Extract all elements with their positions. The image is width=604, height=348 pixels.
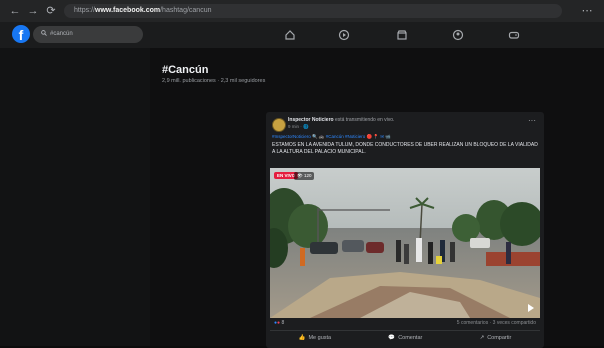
search-input[interactable]: #cancún (33, 26, 143, 43)
post-action: está transmitiendo en vivo. (334, 117, 395, 123)
engagement-counts[interactable]: 5 comentarios · 3 veces compartido (457, 320, 536, 326)
comment-icon: 💬 (388, 335, 396, 341)
url-path: /hashtag/cancun (160, 7, 212, 14)
avatar[interactable] (272, 118, 286, 132)
post-actions: 👍 Me gusta 💬 Comentar ↗ Compartir (270, 330, 540, 345)
extensions-icon[interactable]: ⋯ (580, 4, 594, 18)
post-timestamp[interactable]: 9 min · 🌐 (288, 124, 309, 130)
reaction-count: 8 (281, 320, 285, 326)
search-query: #cancún (50, 31, 73, 37)
post-time-text: 9 min (288, 124, 300, 129)
watch-icon[interactable] (338, 28, 352, 42)
like-label: Me gusta (308, 335, 332, 341)
thumbs-up-icon: 👍 (298, 335, 306, 341)
video-frame (270, 168, 540, 318)
share-icon: ↗ (479, 335, 485, 341)
live-video[interactable]: EN VIVO 👁 120 (270, 168, 540, 318)
url-domain: www.facebook.com (95, 7, 161, 14)
url-prefix: https:// (74, 7, 96, 14)
left-sidebar (0, 48, 151, 346)
more-options-icon[interactable]: ··· (528, 116, 536, 125)
post-author[interactable]: Inspector Noticiero (288, 117, 334, 123)
globe-icon: 🌐 (303, 124, 309, 129)
share-label: Compartir (487, 335, 512, 341)
back-icon[interactable]: ← (8, 4, 22, 18)
gaming-icon[interactable] (508, 28, 522, 42)
comment-button[interactable]: 💬 Comentar (388, 335, 422, 341)
facebook-logo-icon[interactable]: f (12, 25, 30, 43)
reactions-summary[interactable]: ●● 8 (274, 320, 284, 326)
share-button[interactable]: ↗ Compartir (480, 335, 512, 341)
post-card: Inspector Noticiero está transmitiendo e… (266, 112, 544, 348)
groups-icon[interactable] (452, 28, 466, 42)
address-bar[interactable]: https://www.facebook.com/hashtag/cancun (64, 4, 562, 18)
page-title: #Cancún (162, 64, 209, 76)
forward-icon[interactable]: → (26, 4, 40, 18)
like-button[interactable]: 👍 Me gusta (299, 335, 331, 341)
marketplace-icon[interactable] (396, 28, 410, 42)
post-text: ESTAMOS EN LA AVENIDA TULUM, DONDE CONDU… (272, 142, 538, 155)
reload-icon[interactable]: ⟳ (44, 4, 58, 18)
love-reaction-icon: ● (277, 320, 281, 326)
viewers-badge: 👁 120 (294, 172, 315, 180)
comment-label: Comentar (398, 335, 423, 341)
hashtag-feed: #Cancún 2,9 mill. publicaciones · 2,3 mi… (150, 48, 604, 348)
post-hashtags[interactable]: #InspectorNoticiero 🔍 🚓 #Cancún #Noticie… (272, 134, 391, 140)
home-icon[interactable] (284, 28, 298, 42)
hashtag-stats: 2,9 mill. publicaciones · 2,3 mil seguid… (162, 78, 266, 84)
facebook-header: f #cancún (0, 22, 604, 49)
post-header: Inspector Noticiero está transmitiendo e… (288, 117, 394, 123)
browser-toolbar: ← → ⟳ https://www.facebook.com/hashtag/c… (0, 0, 604, 23)
search-icon (41, 30, 47, 37)
